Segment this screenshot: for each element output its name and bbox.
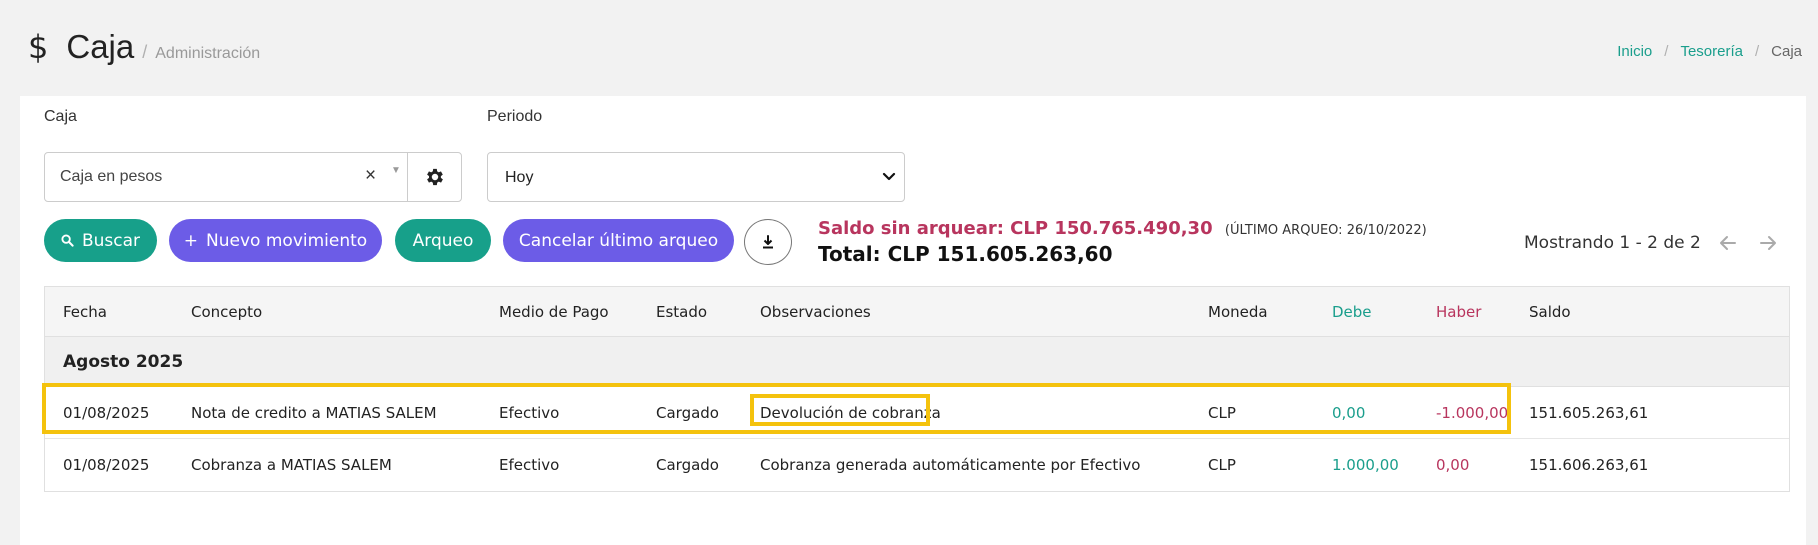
clear-icon[interactable]: × bbox=[365, 165, 376, 187]
cell-haber: 0,00 bbox=[1436, 456, 1470, 474]
caja-select-value: Caja en pesos bbox=[60, 168, 163, 185]
column-header-medio-de-pago[interactable]: Medio de Pago bbox=[499, 303, 609, 321]
cell-fecha: 01/08/2025 bbox=[63, 456, 150, 474]
buscar-label: Buscar bbox=[81, 230, 141, 251]
arqueo-label: Arqueo bbox=[412, 230, 474, 251]
column-header-haber[interactable]: Haber bbox=[1436, 303, 1481, 321]
cell-medio-de-pago: Efectivo bbox=[499, 403, 560, 422]
page-title: Caja bbox=[66, 28, 135, 65]
saldo-sin-arquear-value: Saldo sin arquear: CLP 150.765.490,30 bbox=[818, 218, 1213, 239]
page-subtitle: Administración bbox=[155, 45, 261, 62]
table-row[interactable]: 01/08/2025 Nota de credito a MATIAS SALE… bbox=[45, 387, 1789, 439]
breadcrumb: Inicio / Tesorería / Caja bbox=[1617, 43, 1802, 60]
caja-select[interactable]: Caja en pesos × ▼ bbox=[44, 152, 408, 202]
cell-observaciones: Cobranza generada automáticamente por Ef… bbox=[760, 456, 1141, 474]
cell-estado: Cargado bbox=[656, 456, 719, 474]
column-header-debe[interactable]: Debe bbox=[1332, 303, 1372, 321]
periodo-select[interactable]: Hoy bbox=[487, 152, 905, 202]
nuevo-movimiento-label: Nuevo movimiento bbox=[206, 230, 368, 251]
cell-moneda: CLP bbox=[1208, 403, 1236, 422]
cell-haber: -1.000,00 bbox=[1436, 403, 1509, 422]
arrow-left-icon[interactable] bbox=[1717, 232, 1739, 254]
pagination-info: Mostrando 1 - 2 de 2 bbox=[1524, 233, 1701, 253]
movements-table: Fecha Concepto Medio de Pago Estado Obse… bbox=[44, 286, 1790, 492]
cell-estado: Cargado bbox=[656, 403, 719, 422]
column-header-estado[interactable]: Estado bbox=[656, 303, 707, 321]
cell-debe: 0,00 bbox=[1332, 403, 1366, 422]
main-card: Caja Caja en pesos × ▼ Periodo Hoy Busca… bbox=[20, 96, 1806, 545]
total-amount: Total: CLP 151.605.263,60 bbox=[818, 242, 1113, 266]
download-icon bbox=[763, 235, 773, 249]
dollar-icon: $ bbox=[28, 28, 49, 66]
periodo-select-value: Hoy bbox=[505, 169, 534, 186]
ultimo-arqueo-note: (ÚLTIMO ARQUEO: 26/10/2022) bbox=[1224, 223, 1427, 238]
cell-concepto: Nota de credito a MATIAS SALEM bbox=[191, 403, 437, 422]
month-group-label: Agosto 2025 bbox=[63, 351, 184, 372]
cell-concepto: Cobranza a MATIAS SALEM bbox=[191, 456, 392, 474]
column-header-concepto[interactable]: Concepto bbox=[191, 303, 262, 321]
buscar-button[interactable]: Buscar bbox=[44, 219, 157, 262]
caja-label: Caja bbox=[44, 108, 77, 125]
breadcrumb-separator: / bbox=[1754, 43, 1760, 60]
gear-icon bbox=[426, 168, 443, 186]
arrow-right-icon[interactable] bbox=[1757, 232, 1779, 254]
breadcrumb-separator: / bbox=[1664, 43, 1669, 60]
table-row[interactable]: 01/08/2025 Cobranza a MATIAS SALEM Efect… bbox=[45, 439, 1789, 491]
column-header-fecha[interactable]: Fecha bbox=[63, 303, 107, 321]
cell-observaciones: Devolución de cobranza bbox=[760, 403, 941, 422]
title-wrap: $ Caja / Administración bbox=[28, 28, 260, 66]
cell-saldo: 151.606.263,61 bbox=[1529, 456, 1649, 474]
caret-down-icon[interactable]: ▼ bbox=[391, 165, 401, 176]
plus-icon: + bbox=[183, 230, 199, 251]
arqueo-button[interactable]: Arqueo bbox=[395, 219, 491, 262]
cell-fecha: 01/08/2025 bbox=[63, 403, 150, 422]
saldo-sin-arquear: Saldo sin arquear: CLP 150.765.490,30 (Ú… bbox=[818, 218, 1427, 239]
search-icon bbox=[61, 234, 74, 247]
cancelar-ultimo-arqueo-button[interactable]: Cancelar último arqueo bbox=[503, 219, 734, 262]
column-header-moneda[interactable]: Moneda bbox=[1208, 303, 1268, 321]
cancelar-ultimo-arqueo-label: Cancelar último arqueo bbox=[518, 230, 719, 251]
caja-settings-button[interactable] bbox=[407, 152, 462, 202]
chevron-down-icon bbox=[882, 172, 896, 181]
page-header: $ Caja / Administración Inicio / Tesorer… bbox=[0, 0, 1818, 96]
periodo-label: Periodo bbox=[487, 108, 543, 125]
column-header-saldo[interactable]: Saldo bbox=[1529, 303, 1571, 321]
column-header-observaciones[interactable]: Observaciones bbox=[760, 303, 871, 321]
breadcrumb-tesoreria[interactable]: Tesorería bbox=[1680, 43, 1743, 60]
title-separator: / bbox=[142, 42, 148, 62]
breadcrumb-inicio[interactable]: Inicio bbox=[1617, 43, 1652, 60]
cell-debe: 1.000,00 bbox=[1332, 456, 1399, 474]
cell-medio-de-pago: Efectivo bbox=[499, 456, 560, 474]
download-button[interactable] bbox=[744, 219, 792, 265]
cell-saldo: 151.605.263,61 bbox=[1529, 403, 1649, 422]
breadcrumb-caja: Caja bbox=[1771, 43, 1802, 60]
cell-moneda: CLP bbox=[1208, 456, 1236, 474]
nuevo-movimiento-button[interactable]: + Nuevo movimiento bbox=[169, 219, 382, 262]
month-group-row: Agosto 2025 bbox=[45, 337, 1789, 387]
table-header: Fecha Concepto Medio de Pago Estado Obse… bbox=[45, 287, 1789, 337]
